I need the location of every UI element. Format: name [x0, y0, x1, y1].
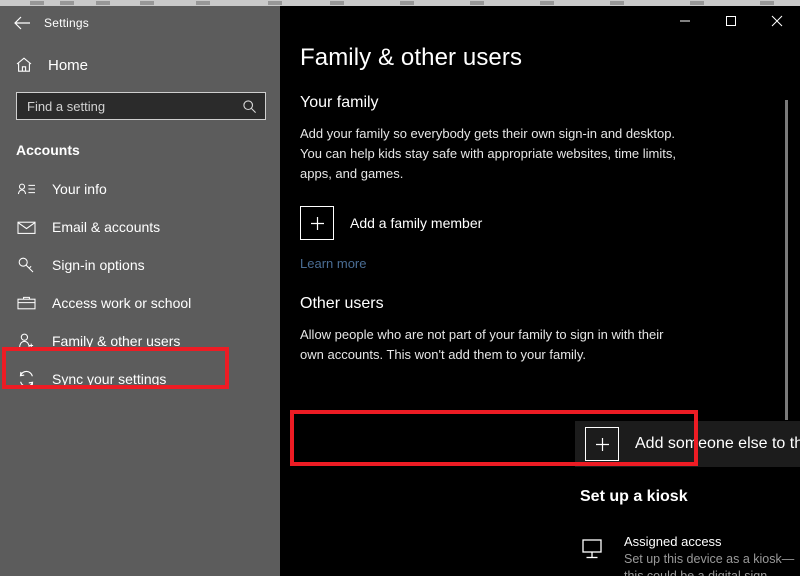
sidebar-item-home-label: Home: [48, 57, 88, 74]
page-title: Family & other users: [300, 44, 800, 72]
your-family-heading: Your family: [300, 94, 800, 112]
sidebar-item-access-work-school-label: Access work or school: [52, 295, 191, 311]
monitor-icon: [580, 534, 608, 576]
sidebar-item-email-accounts-label: Email & accounts: [52, 219, 160, 235]
back-arrow-icon: [14, 16, 31, 30]
settings-content: Family & other users Your family Add you…: [280, 6, 800, 365]
sidebar-item-family-other-users-label: Family & other users: [52, 333, 180, 349]
sidebar-titlebar: Settings: [0, 6, 280, 40]
sidebar-category-heading: Accounts: [16, 142, 280, 158]
settings-window: Settings Home Accounts: [0, 0, 800, 576]
sidebar-item-sign-in-options[interactable]: Sign-in options: [0, 246, 280, 284]
assigned-access-description: Set up this device as a kiosk—this could…: [624, 551, 800, 576]
sync-icon: [16, 369, 36, 389]
your-family-description: Add your family so everybody gets their …: [300, 124, 690, 184]
plus-icon: [585, 427, 619, 461]
main-content-panel: Family & other users Your family Add you…: [280, 6, 800, 576]
sidebar: Settings Home Accounts: [0, 6, 280, 576]
sidebar-item-your-info[interactable]: Your info: [0, 170, 280, 208]
home-icon: [14, 55, 34, 75]
window-controls: [662, 6, 800, 36]
envelope-icon: [16, 217, 36, 237]
add-someone-else-button[interactable]: Add someone else to this PC: [575, 421, 800, 467]
search-icon: [242, 99, 257, 114]
minimize-button[interactable]: [662, 6, 708, 36]
add-someone-else-label: Add someone else to this PC: [635, 435, 800, 453]
add-family-member-label: Add a family member: [350, 215, 482, 231]
sidebar-item-sign-in-options-label: Sign-in options: [52, 257, 145, 273]
sidebar-item-sync-your-settings[interactable]: Sync your settings: [0, 360, 280, 398]
search-input[interactable]: [27, 99, 242, 114]
contact-card-icon: [16, 179, 36, 199]
key-icon: [16, 255, 36, 275]
plus-icon: [300, 206, 334, 240]
maximize-icon: [725, 15, 737, 27]
kiosk-heading: Set up a kiosk: [580, 488, 688, 506]
vertical-scrollbar-thumb[interactable]: [785, 100, 788, 420]
assigned-access-item[interactable]: Assigned access Set up this device as a …: [580, 534, 800, 576]
minimize-icon: [679, 15, 691, 27]
sidebar-item-your-info-label: Your info: [52, 181, 107, 197]
assigned-access-title: Assigned access: [624, 534, 800, 549]
app-title: Settings: [44, 16, 89, 30]
sidebar-item-home[interactable]: Home: [0, 48, 280, 82]
sidebar-item-access-work-school[interactable]: Access work or school: [0, 284, 280, 322]
back-button[interactable]: [0, 8, 44, 38]
sidebar-item-family-other-users[interactable]: Family & other users: [0, 322, 280, 360]
other-users-heading: Other users: [300, 295, 800, 313]
other-users-description: Allow people who are not part of your fa…: [300, 325, 690, 365]
close-button[interactable]: [754, 6, 800, 36]
maximize-button[interactable]: [708, 6, 754, 36]
close-icon: [771, 15, 783, 27]
sidebar-nav: Your info Email & accounts: [0, 170, 280, 398]
sidebar-item-sync-your-settings-label: Sync your settings: [52, 371, 166, 387]
search-box[interactable]: [16, 92, 266, 120]
learn-more-link[interactable]: Learn more: [300, 256, 366, 271]
sidebar-item-email-accounts[interactable]: Email & accounts: [0, 208, 280, 246]
add-family-member-button[interactable]: Add a family member: [300, 200, 660, 246]
briefcase-icon: [16, 293, 36, 313]
person-add-icon: [16, 331, 36, 351]
